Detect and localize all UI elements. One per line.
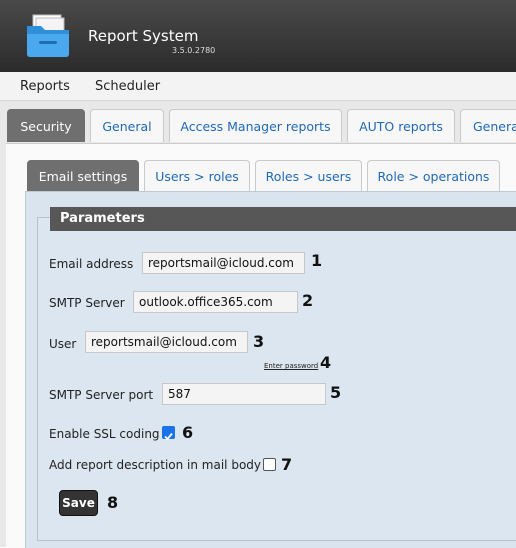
callout-6: 6	[182, 423, 194, 442]
app-title: Report System	[88, 27, 199, 45]
tab-security[interactable]: Security	[7, 109, 85, 142]
app-version: 3.5.0.2780	[172, 46, 216, 55]
menu-bar: Reports Scheduler	[0, 72, 516, 101]
add-description-label: Add report description in mail body	[49, 458, 262, 472]
add-description-checkbox[interactable]	[263, 458, 276, 471]
smtp-server-input[interactable]: outlook.office365.com	[133, 291, 298, 313]
smtp-port-label: SMTP Server port	[49, 388, 154, 402]
tab-general-2[interactable]: Genera	[460, 109, 516, 142]
subtab-role-operations[interactable]: Role > operations	[367, 160, 500, 191]
callout-8: 8	[107, 493, 119, 512]
subtab-roles-users[interactable]: Roles > users	[255, 160, 362, 191]
enable-ssl-label: Enable SSL coding	[49, 427, 160, 441]
callout-3: 3	[253, 332, 265, 351]
callout-2: 2	[302, 291, 314, 310]
callout-7: 7	[281, 455, 293, 474]
subtab-users-roles[interactable]: Users > roles	[144, 160, 250, 191]
menu-item-scheduler[interactable]: Scheduler	[95, 79, 160, 94]
email-address-label: Email address	[49, 257, 134, 271]
smtp-port-input[interactable]: 587	[162, 383, 326, 405]
parameters-legend: Parameters	[50, 207, 516, 231]
folder-logo-icon	[27, 14, 69, 57]
checkmark-icon	[164, 432, 173, 441]
user-label: User	[49, 337, 77, 351]
save-button[interactable]: Save	[59, 490, 98, 516]
tab-general[interactable]: General	[90, 109, 164, 142]
callout-1: 1	[311, 251, 323, 270]
app-header: Report System 3.5.0.2780	[0, 0, 516, 72]
smtp-server-label: SMTP Server	[49, 296, 125, 310]
email-address-input[interactable]: reportsmail@icloud.com	[142, 252, 305, 274]
callout-4: 4	[320, 353, 332, 372]
tab-access-manager-reports[interactable]: Access Manager reports	[169, 109, 342, 142]
menu-item-reports[interactable]: Reports	[20, 79, 70, 94]
subtab-email-settings[interactable]: Email settings	[27, 160, 139, 191]
callout-5: 5	[330, 383, 342, 402]
enter-password-link[interactable]: Enter password	[264, 362, 318, 370]
user-input[interactable]: reportsmail@icloud.com	[85, 331, 248, 353]
tab-auto-reports[interactable]: AUTO reports	[347, 109, 455, 142]
enable-ssl-checkbox[interactable]	[162, 426, 175, 441]
